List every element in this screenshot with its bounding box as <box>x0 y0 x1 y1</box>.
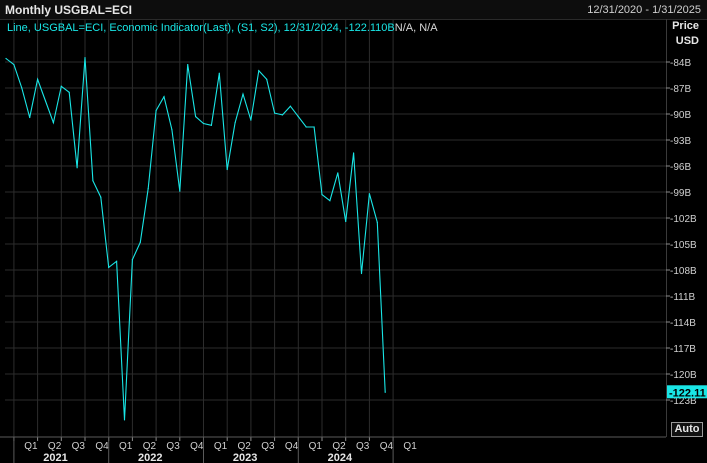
data-point <box>116 260 118 262</box>
x-tick-label: Q3 <box>261 441 275 452</box>
data-point <box>92 180 94 182</box>
data-point <box>187 64 189 66</box>
x-tick-label: Q4 <box>95 441 109 452</box>
y-tick-label: -93B <box>670 136 691 147</box>
data-point <box>60 85 62 87</box>
y-tick-label: -105B <box>670 240 697 251</box>
data-point <box>384 391 386 393</box>
year-label: 2022 <box>138 452 162 463</box>
x-tick-label: Q3 <box>72 441 86 452</box>
data-point <box>84 57 86 59</box>
year-label: 2024 <box>328 452 353 463</box>
year-label: 2023 <box>233 452 257 463</box>
x-tick-label: Q1 <box>309 441 323 452</box>
data-point <box>376 221 378 223</box>
y-tick-label: -84B <box>670 58 691 69</box>
data-point <box>234 122 236 124</box>
auto-scale-button[interactable]: Auto <box>671 422 703 437</box>
y-tick-label: -102B <box>670 214 697 225</box>
data-point <box>345 220 347 223</box>
last-value-label: -122.11 <box>669 387 706 399</box>
x-tick-label: Q1 <box>24 441 38 452</box>
x-tick-label: Q4 <box>190 441 204 452</box>
data-point <box>171 129 173 131</box>
y-tick-label: -87B <box>670 84 691 95</box>
data-point <box>131 259 133 261</box>
data-point <box>242 93 244 95</box>
y-axis-title-price: Price <box>672 20 699 32</box>
data-point <box>250 119 252 121</box>
data-point <box>163 96 165 98</box>
series-line <box>5 57 386 420</box>
data-point <box>258 70 260 72</box>
data-point <box>44 100 47 102</box>
data-point <box>226 168 228 171</box>
data-point <box>155 109 157 112</box>
x-tick-label: Q2 <box>332 441 346 452</box>
data-point <box>274 112 276 114</box>
legend-suffix: N/A, N/A <box>394 22 438 34</box>
data-point <box>76 167 78 169</box>
y-tick-label: -117B <box>670 344 696 355</box>
data-point <box>353 152 355 154</box>
data-point <box>147 187 149 190</box>
legend-text: Line, USGBAL=ECI, Economic Indicator(Las… <box>7 22 395 34</box>
y-tick-label: -108B <box>670 266 697 277</box>
x-tick-label: Q3 <box>356 441 370 452</box>
y-tick-label: -99B <box>670 188 691 199</box>
data-point <box>123 419 126 421</box>
data-point <box>313 126 315 128</box>
x-tick-label: Q4 <box>380 441 394 452</box>
line-chart: -84B -87B -90B -93B -96B -99B -102B -105B -108B -… <box>0 20 707 463</box>
x-tick-label: Q2 <box>238 441 252 452</box>
y-tick-label: -120B <box>670 370 697 381</box>
data-point <box>195 116 197 118</box>
data-point <box>21 87 23 89</box>
y-tick-label: -90B <box>670 110 691 121</box>
data-point <box>281 114 284 116</box>
data-point <box>297 116 299 118</box>
x-tick-label: Q2 <box>143 441 157 452</box>
y-axis-title-currency: USD <box>675 35 699 47</box>
data-point <box>218 72 220 74</box>
x-tick-label: Q1 <box>214 441 228 452</box>
data-point <box>108 266 110 268</box>
x-tick-label: Q3 <box>166 441 180 452</box>
data-point <box>321 194 323 196</box>
data-point <box>210 124 212 126</box>
data-point <box>266 78 268 80</box>
data-point <box>179 190 181 192</box>
data-point <box>368 193 370 195</box>
data-point <box>5 57 7 60</box>
x-tick-label: Q4 <box>285 441 299 452</box>
data-point <box>305 126 307 128</box>
series-legend[interactable]: Line, USGBAL=ECI, Economic Indicator(Las… <box>7 22 438 34</box>
x-tick-label: Q1 <box>403 441 417 452</box>
data-point <box>202 122 205 125</box>
x-tick-label: Q2 <box>48 441 62 452</box>
data-point <box>329 200 331 202</box>
data-point <box>139 241 141 243</box>
data-point <box>100 196 102 198</box>
data-point <box>52 122 55 124</box>
data-point <box>37 78 39 80</box>
x-tick-label: Q1 <box>119 441 133 452</box>
y-tick-label: -111B <box>670 292 696 303</box>
data-point <box>289 105 291 107</box>
y-tick-label: -114B <box>670 318 696 329</box>
data-point <box>360 272 363 275</box>
data-point <box>337 172 339 174</box>
y-tick-label: -96B <box>670 162 691 173</box>
data-point <box>29 116 31 119</box>
year-label: 2021 <box>43 452 67 463</box>
data-point <box>13 64 15 66</box>
data-point <box>68 91 70 93</box>
